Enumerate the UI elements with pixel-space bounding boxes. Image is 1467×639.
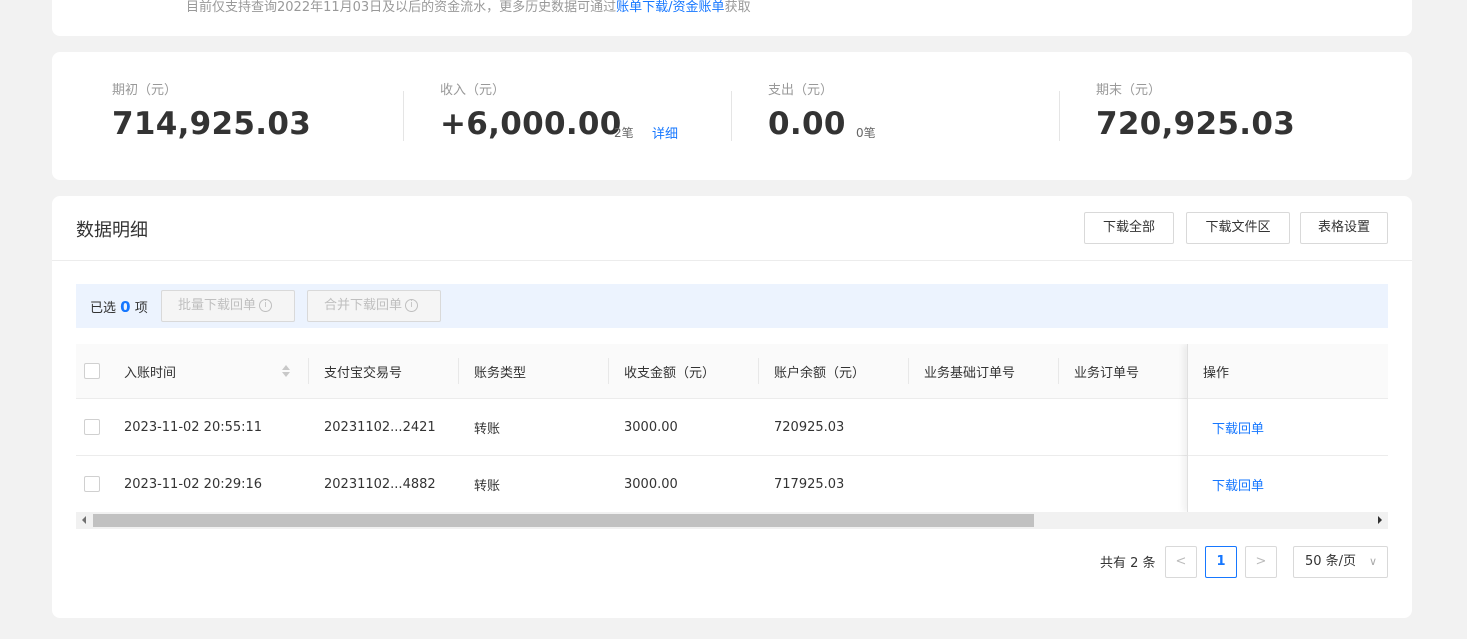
download-receipt-link[interactable]: 下载回单 [1212, 456, 1264, 512]
cell-type: 转账 [474, 421, 501, 437]
column-header-order: 业务订单号 [1074, 344, 1139, 398]
scroll-right-icon[interactable] [1378, 516, 1382, 524]
detail-card: 数据明细 下载全部 下载文件区 表格设置 已选 0 项 批量下载回单 i 合并下载… [52, 196, 1412, 618]
income-value: +6,000.00 [440, 106, 622, 142]
cell-balance: 717925.03 [774, 476, 845, 492]
income-label: 收入（元） [440, 83, 506, 98]
column-separator [1058, 358, 1059, 384]
column-separator [458, 358, 459, 384]
download-files-button[interactable]: 下载文件区 [1186, 212, 1290, 244]
opening-label: 期初（元） [112, 83, 178, 98]
column-header-label: 入账时间 [124, 365, 177, 381]
column-header-label: 收支金额（元） [624, 365, 716, 381]
page-size-select[interactable]: 50 条/页 ∨ [1293, 546, 1388, 578]
summary-card: 期初（元） 714,925.03 收入（元） +6,000.00 2笔 详细 支… [52, 52, 1412, 180]
download-all-button[interactable]: 下载全部 [1084, 212, 1174, 244]
row-checkbox[interactable] [84, 476, 100, 492]
page-1-button[interactable]: 1 [1205, 546, 1237, 578]
selection-count: 0 [120, 298, 131, 316]
cell-amount: 3000.00 [624, 419, 678, 435]
pagination-total: 共有 2 条 [1100, 556, 1156, 571]
column-header-label: 账户余额（元） [774, 365, 866, 381]
merge-download-label: 合并下载回单 [324, 298, 403, 313]
stat-divider [403, 91, 404, 141]
detail-title: 数据明细 [76, 220, 148, 241]
income-count: 2笔 [614, 126, 634, 140]
next-page-button[interactable]: > [1245, 546, 1277, 578]
column-header-label: 支付宝交易号 [324, 365, 403, 381]
closing-value: 720,925.03 [1096, 106, 1296, 142]
info-icon: i [259, 299, 273, 312]
cell-balance: 720925.03 [774, 419, 845, 435]
prev-page-button[interactable]: < [1165, 546, 1197, 578]
column-header-label: 业务订单号 [1074, 365, 1140, 381]
cell-amount: 3000.00 [624, 476, 678, 492]
selection-bar: 已选 0 项 批量下载回单 i 合并下载回单 i [76, 284, 1388, 328]
column-header-label: 账务类型 [474, 365, 527, 381]
selection-prefix: 已选 [90, 301, 117, 316]
column-header-type: 账务类型 [474, 344, 526, 398]
selection-summary: 已选 0 项 [90, 297, 148, 316]
column-header-label: 业务基础订单号 [924, 365, 1016, 381]
operation-cell: 下载回单 [1188, 456, 1388, 512]
notice-suffix: 获取 [724, 0, 751, 15]
column-separator [908, 358, 909, 384]
scrollbar-thumb[interactable] [93, 514, 1034, 527]
header-divider [52, 260, 1412, 261]
column-separator [308, 358, 309, 384]
notice-prefix: 目前仅支持查询2022年11月03日及以后的资金流水，更多历史数据可通过 [186, 0, 617, 15]
batch-download-label: 批量下载回单 [178, 298, 257, 313]
table-settings-button[interactable]: 表格设置 [1300, 212, 1388, 244]
column-header-trade-no: 支付宝交易号 [324, 344, 402, 398]
column-header-time[interactable]: 入账时间 [124, 344, 176, 398]
opening-value: 714,925.03 [112, 106, 312, 142]
select-all-checkbox[interactable] [84, 363, 100, 379]
column-separator [608, 358, 609, 384]
merge-download-button[interactable]: 合并下载回单 i [307, 290, 441, 322]
row-checkbox[interactable] [84, 419, 100, 435]
data-table: 入账时间 支付宝交易号 账务类型 收支金额（元） 账户余额（元） 业务基础订单号… [76, 344, 1388, 512]
column-header-operation: 操作 [1203, 365, 1230, 381]
chevron-down-icon: ∨ [1368, 555, 1377, 568]
column-header-balance: 账户余额（元） [774, 344, 865, 398]
sort-icon[interactable] [282, 365, 290, 377]
operation-header: 操作 [1188, 344, 1388, 399]
selection-suffix: 项 [134, 301, 148, 316]
horizontal-scrollbar[interactable] [76, 512, 1388, 529]
page-size-value: 50 条/页 [1305, 554, 1357, 569]
cell-time: 2023-11-02 20:29:16 [124, 476, 263, 492]
expense-count: 0笔 [856, 126, 876, 140]
notice-card: 目前仅支持查询2022年11月03日及以后的资金流水，更多历史数据可通过账单下载… [52, 0, 1412, 36]
scroll-left-icon[interactable] [82, 516, 86, 524]
cell-time: 2023-11-02 20:55:11 [124, 419, 263, 435]
info-icon: i [405, 299, 419, 312]
download-receipt-link[interactable]: 下载回单 [1212, 399, 1264, 455]
column-header-amount: 收支金额（元） [624, 344, 715, 398]
income-detail-link[interactable]: 详细 [652, 123, 678, 142]
bill-download-link[interactable]: 账单下载/资金账单 [616, 0, 724, 15]
expense-value: 0.00 [768, 106, 846, 142]
expense-label: 支出（元） [768, 83, 834, 98]
closing-label: 期末（元） [1096, 83, 1162, 98]
column-separator [758, 358, 759, 384]
stat-divider [1059, 91, 1060, 141]
operation-column: 操作 下载回单 下载回单 [1187, 344, 1388, 512]
cell-type: 转账 [474, 478, 501, 494]
notice-text: 目前仅支持查询2022年11月03日及以后的资金流水，更多历史数据可通过账单下载… [186, 0, 751, 15]
operation-cell: 下载回单 [1188, 399, 1388, 456]
batch-download-button[interactable]: 批量下载回单 i [161, 290, 295, 322]
stat-divider [731, 91, 732, 141]
cell-trade-no: 20231102...2421 [324, 419, 436, 435]
column-header-base-order: 业务基础订单号 [924, 344, 1015, 398]
cell-trade-no: 20231102...4882 [324, 476, 436, 492]
